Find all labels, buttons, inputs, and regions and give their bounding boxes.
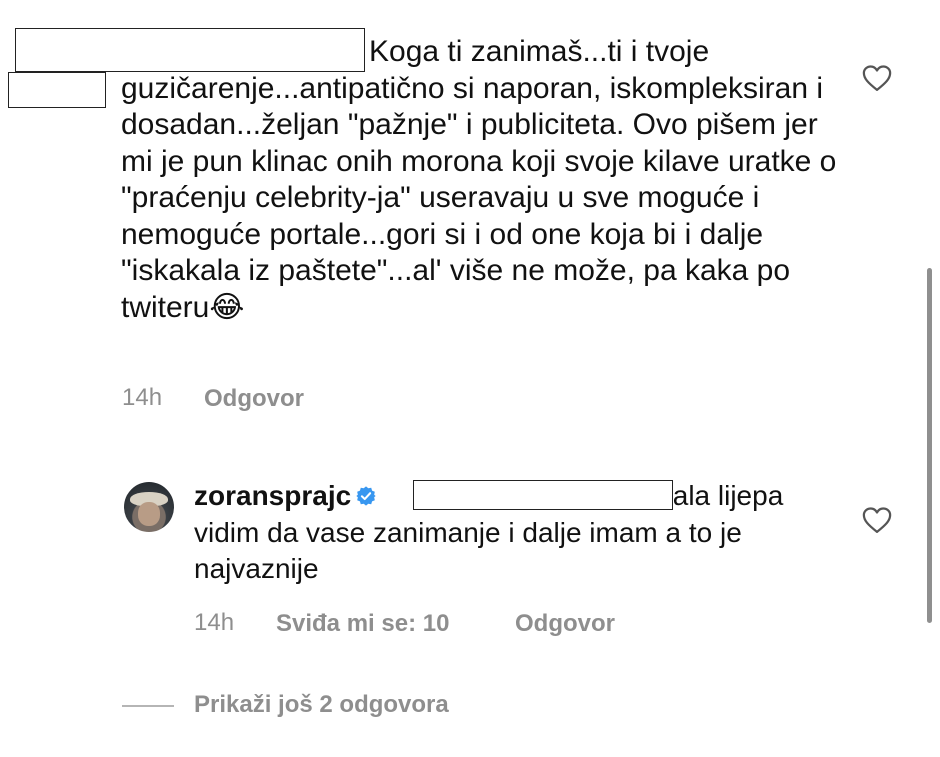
comment-reply-button[interactable]: Odgovor xyxy=(204,385,304,413)
reply-time: 14h xyxy=(194,609,235,636)
show-more-replies-button[interactable]: Prikaži još 2 odgovora xyxy=(194,691,449,719)
scrollbar[interactable] xyxy=(927,268,932,623)
redacted-mention-box xyxy=(413,480,673,510)
comment-text: Koga ti zanimaš...ti i tvoje guzičarenje… xyxy=(121,35,845,324)
thread-divider xyxy=(122,705,174,707)
comment-body: Koga ti zanimaš...ti i tvoje guzičarenje… xyxy=(121,34,841,326)
reply-username[interactable]: zoransprajc xyxy=(194,480,351,511)
avatar-face xyxy=(138,502,160,526)
avatar[interactable] xyxy=(124,482,174,532)
heart-outline-icon[interactable] xyxy=(862,64,892,92)
reply-likes-count[interactable]: Sviđa mi se: 10 xyxy=(276,610,449,638)
verified-badge-icon xyxy=(356,486,376,506)
heart-outline-icon[interactable] xyxy=(862,506,892,534)
comment-time: 14h xyxy=(122,384,163,411)
reply-reply-button[interactable]: Odgovor xyxy=(515,610,615,638)
redacted-avatar-box xyxy=(8,72,106,108)
